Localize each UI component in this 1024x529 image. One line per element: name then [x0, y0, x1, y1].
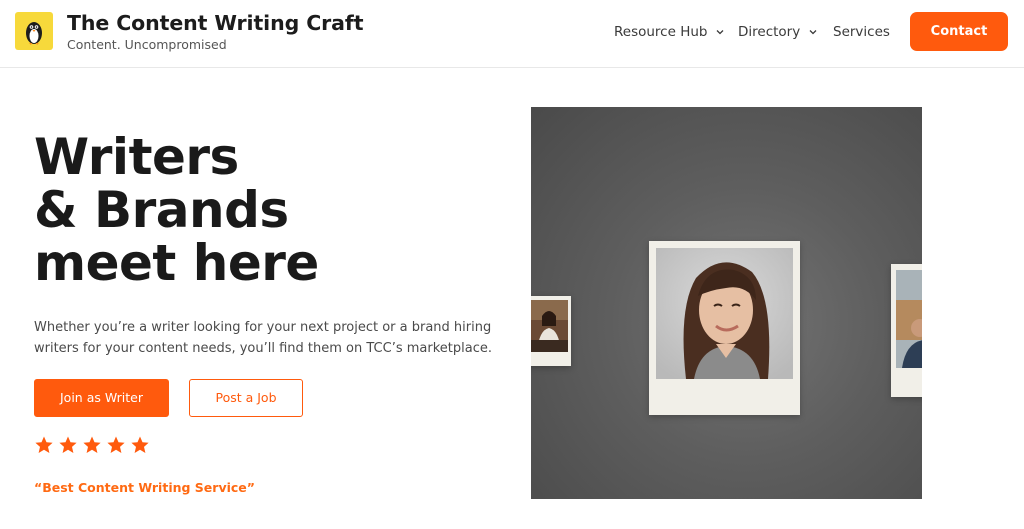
polaroid-card[interactable] [891, 264, 922, 397]
site-header: The Content Writing Craft Content. Uncom… [0, 0, 1024, 68]
hero-description: Whether you’re a writer looking for your… [34, 320, 492, 356]
star-icon [83, 436, 101, 453]
nav-resource-hub[interactable]: Resource Hub [614, 24, 726, 40]
chevron-down-icon [809, 30, 817, 35]
star-icon [107, 436, 125, 453]
nav-label: Directory [738, 24, 801, 40]
woman-portrait-photo [656, 248, 793, 379]
writer-photo-gallery [531, 107, 922, 499]
testimonial-quote: “Best Content Writing Service” [34, 480, 255, 495]
rating-stars [34, 435, 150, 455]
brand-title[interactable]: The Content Writing Craft [67, 11, 364, 35]
hero-title-line: & Brands [34, 181, 289, 239]
post-a-job-button[interactable]: Post a Job [189, 379, 303, 417]
hero-title: Writers & Brands meet here [34, 131, 454, 290]
star-icon [35, 436, 53, 453]
penguin-logo-icon[interactable] [15, 12, 53, 50]
nav-label: Resource Hub [614, 24, 708, 40]
join-as-writer-button[interactable]: Join as Writer [34, 379, 169, 417]
chevron-down-icon [717, 30, 724, 35]
nav-label: Services [833, 24, 890, 40]
man-outdoors-photo [896, 270, 922, 368]
hero-title-line: meet here [34, 234, 319, 292]
woman-at-desk-photo [531, 300, 568, 352]
star-icon [131, 436, 149, 453]
contact-button[interactable]: Contact [910, 12, 1008, 51]
polaroid-card[interactable] [531, 296, 571, 366]
star-icon [59, 436, 77, 453]
nav-services[interactable]: Services [833, 24, 890, 40]
nav-directory[interactable]: Directory [738, 24, 819, 40]
hero-title-line: Writers [34, 128, 239, 186]
brand-tagline: Content. Uncompromised [67, 37, 227, 52]
polaroid-card[interactable] [649, 241, 800, 415]
